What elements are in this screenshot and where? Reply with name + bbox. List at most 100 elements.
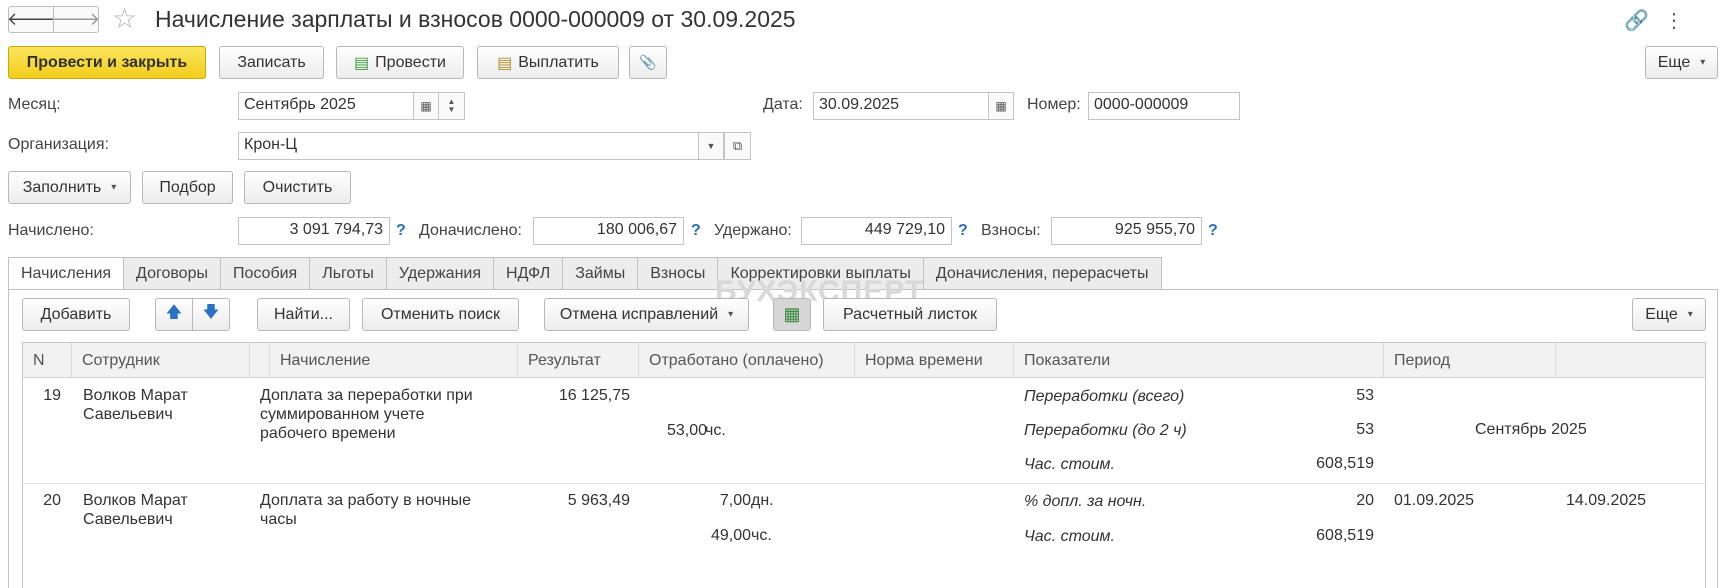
withheld-help-icon[interactable]: ? bbox=[958, 222, 968, 240]
forward-button[interactable]: 🡒 bbox=[51, 6, 101, 33]
tab-bar: Начисления Договоры Пособия Льготы Удерж… bbox=[8, 257, 1162, 290]
add-button[interactable]: Добавить bbox=[22, 298, 130, 331]
row-divider bbox=[23, 483, 1705, 484]
col-n[interactable]: N bbox=[23, 343, 72, 378]
link-icon[interactable]: 🔗 bbox=[1624, 8, 1649, 33]
arrow-right-icon: 🡒 bbox=[51, 9, 101, 29]
post-and-close-button[interactable]: Провести и закрыть bbox=[8, 46, 206, 79]
month-field[interactable]: Сентябрь 2025 bbox=[238, 92, 414, 120]
post-document-icon: ▤ bbox=[354, 54, 370, 72]
organization-field[interactable]: Крон-Ц bbox=[238, 132, 699, 160]
save-button[interactable]: Записать bbox=[219, 46, 324, 79]
attach-button[interactable]: 📎 bbox=[629, 46, 667, 79]
withheld-label: Удержано: bbox=[714, 222, 792, 239]
col-period[interactable]: Период bbox=[1384, 343, 1556, 378]
save-label: Записать bbox=[237, 53, 306, 71]
col-norm[interactable]: Норма времени bbox=[855, 343, 1014, 378]
withheld-value: 449 729,10 bbox=[801, 217, 952, 245]
indicator-name: Переработки (всего) bbox=[1024, 388, 1185, 405]
employee-name: Волков Марат bbox=[83, 387, 188, 404]
move-down-button[interactable]: 🡇 bbox=[192, 298, 230, 331]
organization-dropdown-icon[interactable]: ▼ bbox=[698, 132, 724, 160]
date-calendar-icon[interactable]: ▦ bbox=[988, 92, 1014, 120]
more-button[interactable]: Еще ▾ bbox=[1645, 46, 1718, 79]
worked-unit: чс. bbox=[751, 527, 772, 544]
col-accrual[interactable]: Начисление bbox=[270, 343, 518, 378]
accrued-value: 3 091 794,73 bbox=[238, 217, 390, 245]
number-label: Номер: bbox=[1027, 96, 1081, 113]
indicator-name: Час. стоим. bbox=[1024, 456, 1115, 473]
period-end: 14.09.2025 bbox=[1566, 492, 1647, 509]
tab-ndfl[interactable]: НДФЛ bbox=[494, 257, 564, 290]
add-label: Добавить bbox=[40, 305, 112, 323]
calendar-icon[interactable]: ▦ bbox=[413, 92, 439, 120]
back-button[interactable]: 🡐 bbox=[6, 6, 56, 33]
indicator-value: 608,519 bbox=[1316, 527, 1374, 544]
tab-loans[interactable]: Займы bbox=[563, 257, 639, 290]
accrual-name: Доплата за переработки при bbox=[260, 387, 473, 404]
date-field[interactable]: 30.09.2025 bbox=[813, 92, 989, 120]
table-more-button[interactable]: Еще ▾ bbox=[1632, 298, 1706, 331]
tab-contributions[interactable]: Взносы bbox=[638, 257, 719, 290]
indicator-name: Час. стоим. bbox=[1024, 528, 1115, 545]
period-start: 01.09.2025 bbox=[1394, 492, 1475, 509]
indicator-value: 20 bbox=[1356, 492, 1374, 509]
find-label: Найти... bbox=[274, 305, 333, 323]
tab-benefits[interactable]: Пособия bbox=[220, 257, 311, 290]
arrow-down-icon: 🡇 bbox=[202, 304, 220, 321]
indicator-value: 53 bbox=[1356, 387, 1374, 404]
accrual-name: суммированном учете bbox=[260, 406, 425, 423]
payslip-button[interactable]: Расчетный листок bbox=[823, 298, 997, 331]
accrued-label: Начислено: bbox=[8, 222, 94, 239]
col-blank bbox=[250, 343, 270, 378]
result-value: 5 963,49 bbox=[567, 492, 630, 509]
worked-value: 49,00 bbox=[710, 527, 751, 544]
tab-contracts[interactable]: Договоры bbox=[124, 257, 221, 290]
cancel-search-label: Отменить поиск bbox=[380, 305, 501, 323]
kebab-menu-icon[interactable]: ⋮ bbox=[1664, 8, 1684, 33]
number-field[interactable]: 0000-000009 bbox=[1088, 92, 1240, 120]
col-worked[interactable]: Отработано (оплачено) bbox=[639, 343, 855, 378]
worked-value: 7,00 bbox=[719, 492, 751, 509]
accrual-name: Доплата за работу в ночные bbox=[260, 492, 471, 509]
arrow-up-icon: 🡅 bbox=[165, 304, 183, 321]
move-up-button[interactable]: 🡅 bbox=[155, 298, 193, 331]
clear-label: Очистить bbox=[262, 178, 333, 196]
star-icon[interactable]: ☆ bbox=[112, 4, 137, 34]
additional-help-icon[interactable]: ? bbox=[691, 222, 701, 240]
tab-accruals[interactable]: Начисления bbox=[8, 257, 125, 290]
organization-label: Организация: bbox=[8, 136, 109, 153]
additional-value: 180 006,67 bbox=[533, 217, 684, 245]
col-indicators[interactable]: Показатели bbox=[1014, 343, 1384, 378]
month-spin-button[interactable]: ▲ ▼ bbox=[438, 92, 465, 120]
accrued-help-icon[interactable]: ? bbox=[396, 222, 406, 240]
contributions-help-icon[interactable]: ? bbox=[1208, 222, 1218, 240]
tab-privileges[interactable]: Льготы bbox=[310, 257, 387, 290]
col-period-end bbox=[1556, 343, 1707, 378]
fill-button[interactable]: Заполнить ▾ bbox=[8, 171, 131, 204]
employee-name: Савельевич bbox=[83, 406, 173, 423]
post-button[interactable]: ▤ Провести bbox=[336, 46, 464, 79]
open-organization-icon[interactable]: ⧉ bbox=[724, 132, 751, 160]
col-result[interactable]: Результат bbox=[518, 343, 639, 378]
table-edit-button[interactable]: ▦ bbox=[773, 298, 811, 331]
indicator-value: 53 bbox=[1356, 421, 1374, 438]
employee-name: Волков Марат bbox=[83, 492, 188, 509]
tab-recalculations[interactable]: Доначисления, перерасчеты bbox=[923, 257, 1162, 290]
pay-document-icon: ▤ bbox=[497, 54, 513, 72]
clear-button[interactable]: Очистить bbox=[244, 171, 351, 204]
col-employee[interactable]: Сотрудник bbox=[72, 343, 250, 378]
more-label: Еще bbox=[1657, 53, 1691, 71]
indicator-name: Переработки (до 2 ч) bbox=[1024, 422, 1187, 439]
payslip-label: Расчетный листок bbox=[843, 305, 977, 323]
pay-button[interactable]: ▤ Выплатить bbox=[477, 46, 619, 79]
cancel-search-button[interactable]: Отменить поиск bbox=[362, 298, 519, 331]
chevron-down-icon: ▾ bbox=[1687, 309, 1693, 320]
result-value: 16 125,75 bbox=[558, 387, 630, 404]
cancel-corrections-button[interactable]: Отмена исправлений ▾ bbox=[544, 298, 749, 331]
row-number: 19 bbox=[43, 387, 61, 404]
arrow-left-icon: 🡐 bbox=[6, 9, 56, 29]
tab-deductions[interactable]: Удержания bbox=[386, 257, 495, 290]
select-button[interactable]: Подбор bbox=[142, 171, 233, 204]
find-button[interactable]: Найти... bbox=[257, 298, 350, 331]
